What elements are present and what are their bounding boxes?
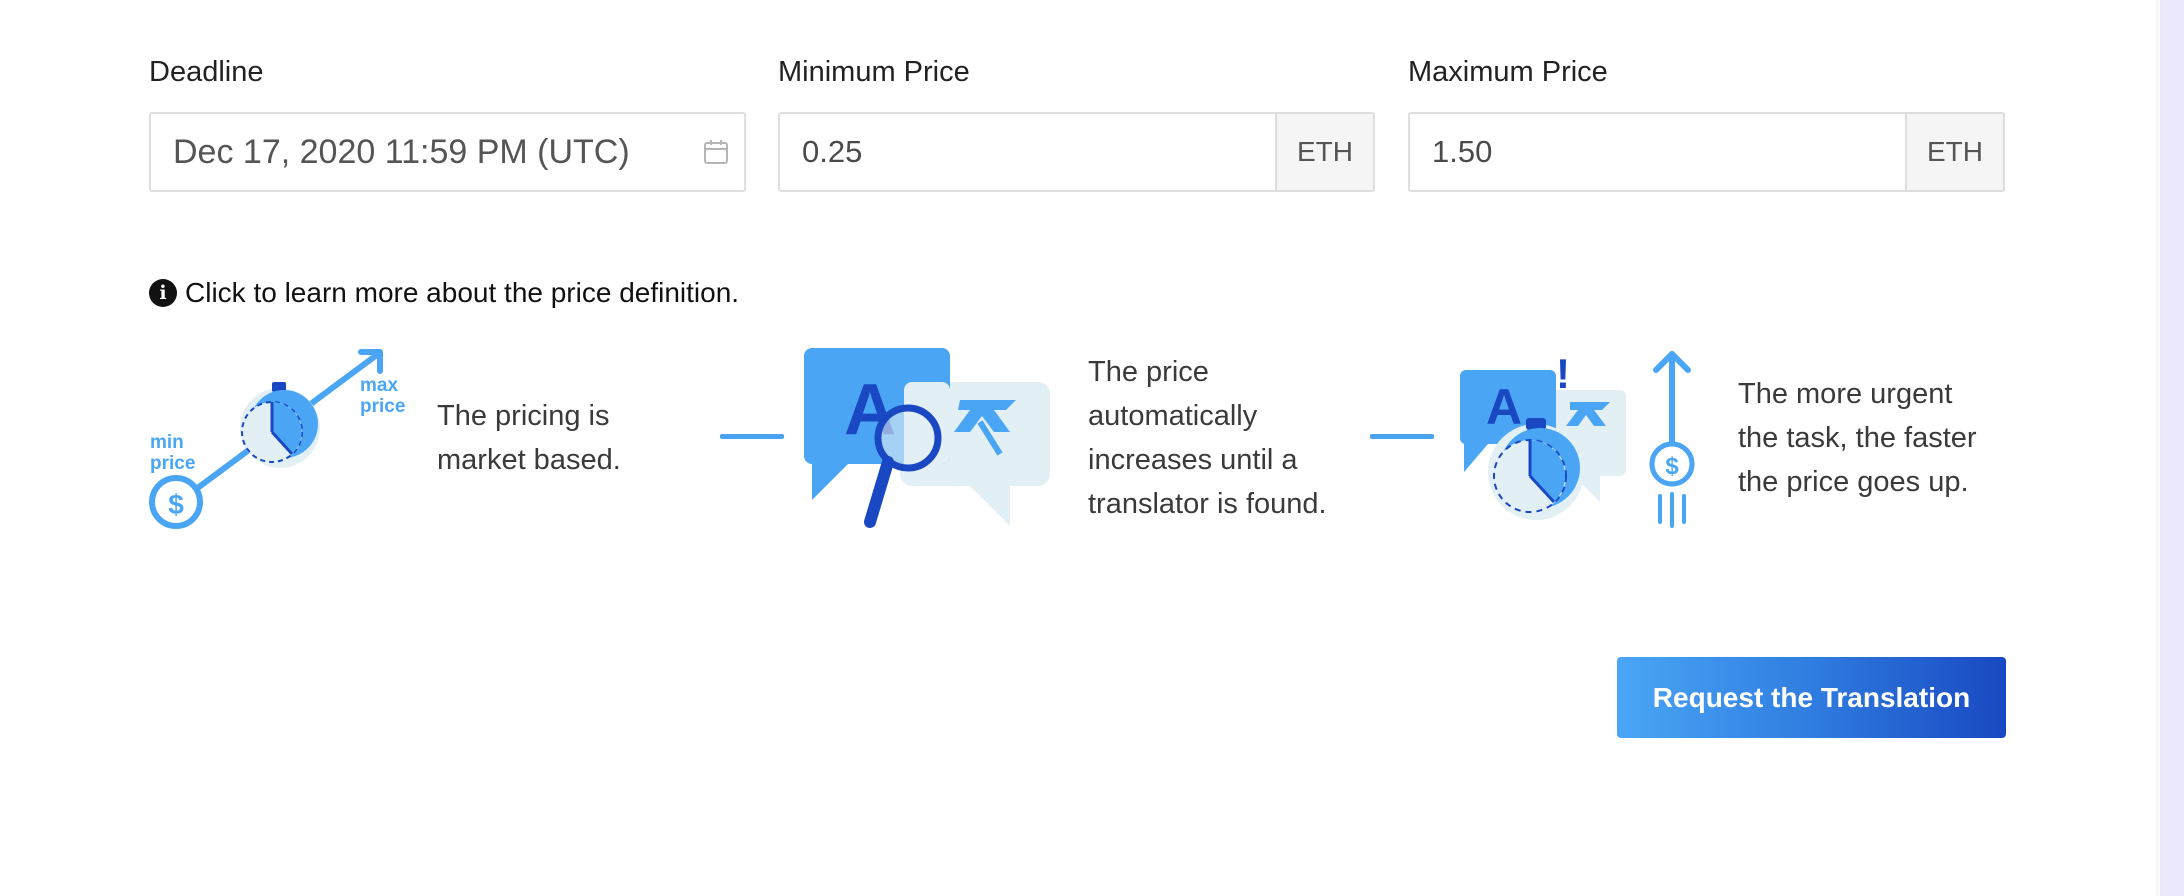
deadline-value: Dec 17, 2020 11:59 PM (UTC)	[173, 132, 630, 171]
step-2-line-4: translator is found.	[1088, 488, 1327, 520]
min-price-label: Minimum Price	[778, 56, 970, 88]
deadline-label: Deadline	[149, 56, 264, 88]
min-price-input[interactable]: 0.25	[780, 134, 1275, 170]
step-1-text: The pricing is market based.	[437, 394, 621, 482]
request-translation-button[interactable]: Request the Translation	[1617, 657, 2006, 738]
step-3-line-3: the price goes up.	[1738, 466, 1969, 498]
min-label-2: price	[150, 453, 195, 474]
min-label-1: min	[150, 432, 184, 453]
calendar-icon[interactable]	[688, 114, 744, 190]
max-price-label: Maximum Price	[1408, 56, 1608, 88]
auto-increase-illustration: A	[804, 348, 1050, 528]
step-2-line-2: automatically	[1088, 400, 1258, 432]
letter-a-glyph-2: A	[1486, 379, 1522, 435]
step-divider-2	[1370, 434, 1434, 439]
step-3-line-1: The more urgent	[1738, 378, 1953, 410]
step-2-line-1: The price	[1088, 356, 1209, 388]
page-edge-bar	[2156, 0, 2184, 896]
min-price-unit: ETH	[1275, 114, 1373, 190]
max-price-field[interactable]: 1.50 ETH	[1408, 112, 2005, 192]
price-definition-text: Click to learn more about the price defi…	[185, 277, 740, 308]
dollar-icon-2: $	[1665, 453, 1679, 480]
info-icon: i	[149, 279, 177, 307]
dollar-icon-1: $	[168, 489, 184, 520]
exclamation-mark: !	[1556, 350, 1570, 397]
max-price-unit: ETH	[1905, 114, 2003, 190]
step-1-line-1: The pricing is	[437, 400, 610, 432]
step-divider-1	[720, 434, 784, 439]
step-3-line-2: the task, the faster	[1738, 422, 1977, 454]
price-definition-link[interactable]: i Click to learn more about the price de…	[149, 277, 739, 309]
max-label-1: max	[360, 375, 398, 396]
step-2-line-3: increases until a	[1088, 444, 1298, 476]
max-price-input[interactable]: 1.50	[1410, 134, 1905, 170]
market-price-illustration: $ min price max price	[149, 349, 405, 529]
urgency-illustration: ! A $	[1459, 350, 1695, 528]
step-2-text: The price automatically increases until …	[1088, 350, 1327, 526]
min-price-field[interactable]: 0.25 ETH	[778, 112, 1375, 192]
step-3-text: The more urgent the task, the faster the…	[1738, 372, 1977, 504]
step-1-line-2: market based.	[437, 444, 621, 476]
max-label-2: price	[360, 396, 405, 417]
deadline-field[interactable]: Dec 17, 2020 11:59 PM (UTC)	[149, 112, 746, 192]
